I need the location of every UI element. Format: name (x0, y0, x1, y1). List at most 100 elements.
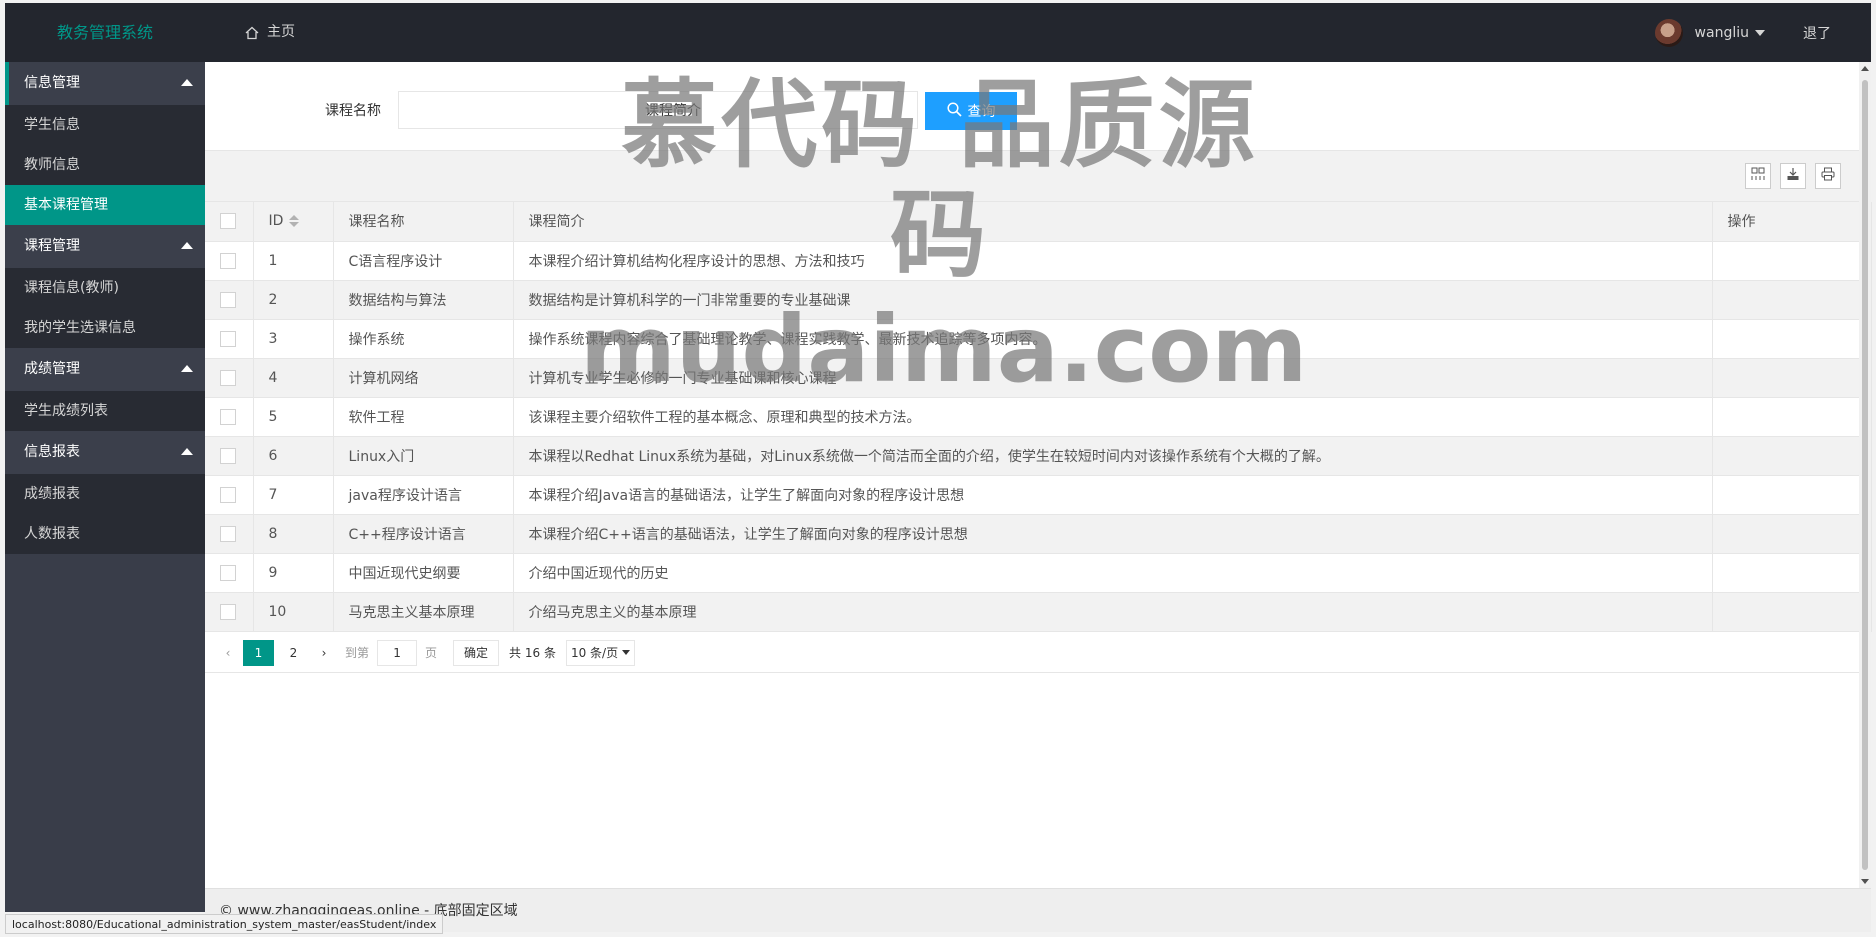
row-checkbox[interactable] (220, 603, 236, 620)
sidebar-item-students[interactable]: 学生信息 (5, 105, 205, 145)
sidebar-group-label: 成绩管理 (24, 361, 80, 377)
app-root: 教务管理系统 主页 wangliu 退了 信息管理 学生信息 教师信息 基本课程… (0, 0, 1876, 937)
cell-id: 3 (253, 319, 334, 359)
user-area: wangliu 退了 (1654, 3, 1871, 62)
cell-id: 7 (253, 475, 334, 515)
cell-name: C++程序设计语言 (333, 514, 514, 554)
sidebar-group-grades[interactable]: 成绩管理 (5, 348, 205, 391)
sidebar-group-reports[interactable]: 信息报表 (5, 431, 205, 474)
user-menu[interactable]: wangliu (1695, 25, 1765, 41)
select-all-cell (205, 202, 254, 242)
column-filter-button[interactable] (1745, 163, 1771, 189)
row-checkbox[interactable] (220, 291, 236, 308)
cell-intro: 介绍中国近现代的历史 (513, 553, 1713, 593)
sidebar-item-teachers[interactable]: 教师信息 (5, 145, 205, 185)
row-checkbox[interactable] (220, 525, 236, 542)
scroll-down-icon[interactable] (1861, 879, 1869, 884)
sidebar-item-basic-courses[interactable]: 基本课程管理 (5, 185, 205, 225)
page-size-value: 10 条/页 (570, 645, 619, 660)
column-header-label: ID (268, 213, 284, 230)
cell-intro: 该课程主要介绍软件工程的基本概念、原理和典型的技术方法。 (513, 397, 1713, 437)
row-checkbox[interactable] (220, 564, 236, 581)
cell-id: 9 (253, 553, 334, 593)
sidebar-submenu-grades: 学生成绩列表 (5, 391, 205, 431)
cell-actions (1712, 514, 1872, 554)
chevron-up-icon (181, 242, 193, 249)
table-row: 10 马克思主义基本原理 介绍马克思主义的基本原理 (205, 592, 1872, 632)
table-row: 4 计算机网络 计算机专业学生必修的一门专业基础课和核心课程 (205, 358, 1872, 398)
cell-actions (1712, 475, 1872, 515)
course-table: ID 课程名称 课程简介 操作 1 C语言程序设计 本课程介绍计算机结构化程序设… (205, 202, 1872, 632)
prev-page-icon[interactable]: ‹ (215, 646, 241, 660)
course-name-label: 课程名称 (325, 103, 381, 119)
page-size-select[interactable]: 10 条/页 (565, 639, 636, 666)
column-header-id[interactable]: ID (253, 202, 334, 242)
sidebar-group-courses[interactable]: 课程管理 (5, 225, 205, 268)
cell-id: 5 (253, 397, 334, 437)
sidebar-submenu-info: 学生信息 教师信息 基本课程管理 (5, 105, 205, 225)
row-checkbox[interactable] (220, 408, 236, 425)
print-button[interactable] (1815, 163, 1841, 189)
cell-actions (1712, 436, 1872, 476)
total-count: 共 16 条 (509, 646, 556, 660)
scroll-thumb[interactable] (1862, 80, 1868, 870)
sort-icon[interactable] (289, 215, 300, 228)
row-checkbox[interactable] (220, 252, 236, 269)
page-1[interactable]: 1 (243, 639, 274, 666)
column-header-intro: 课程简介 (513, 202, 1713, 242)
cell-name: 数据结构与算法 (333, 280, 514, 320)
cell-actions (1712, 553, 1872, 593)
row-checkbox[interactable] (220, 330, 236, 347)
cell-id: 6 (253, 436, 334, 476)
export-button[interactable] (1780, 163, 1806, 189)
page-footer: © www.zhangqingeas.online - 底部固定区域 (205, 888, 1871, 932)
app-logo[interactable]: 教务管理系统 (5, 3, 205, 62)
table-row: 5 软件工程 该课程主要介绍软件工程的基本概念、原理和典型的技术方法。 (205, 397, 1872, 437)
row-checkbox[interactable] (220, 486, 236, 503)
home-icon (245, 26, 259, 40)
row-checkbox[interactable] (220, 369, 236, 386)
sidebar-item-grade-list[interactable]: 学生成绩列表 (5, 391, 205, 431)
cell-id: 1 (253, 241, 334, 281)
scroll-up-icon[interactable] (1861, 66, 1869, 71)
avatar[interactable] (1654, 18, 1683, 47)
goto-label: 到第 (345, 646, 370, 660)
chevron-up-icon (181, 365, 193, 372)
cell-intro: 介绍马克思主义的基本原理 (513, 592, 1713, 632)
row-checkbox[interactable] (220, 447, 236, 464)
pagination: ‹ 1 2 › 到第 1 页 确定 共 16 条 10 条/页 (205, 633, 1871, 673)
search-button[interactable]: 查询 (925, 92, 1017, 130)
cell-name: 操作系统 (333, 319, 514, 359)
search-button-label: 查询 (967, 103, 996, 119)
vertical-scrollbar[interactable] (1859, 62, 1871, 888)
sidebar-submenu-reports: 成绩报表 人数报表 (5, 474, 205, 554)
table-row: 1 C语言程序设计 本课程介绍计算机结构化程序设计的思想、方法和技巧 (205, 241, 1872, 281)
page-2[interactable]: 2 (278, 640, 309, 666)
cell-intro: 本课程介绍计算机结构化程序设计的思想、方法和技巧 (513, 241, 1713, 281)
sidebar-item-my-student-selections[interactable]: 我的学生选课信息 (5, 308, 205, 348)
chevron-down-icon (622, 650, 631, 655)
select-all-checkbox[interactable] (220, 213, 236, 230)
next-page-icon[interactable]: › (311, 646, 337, 660)
logout-link[interactable]: 退了 (1803, 23, 1831, 43)
sidebar-submenu-courses: 课程信息(教师) 我的学生选课信息 (5, 268, 205, 348)
cell-name: 马克思主义基本原理 (333, 592, 514, 632)
home-nav-link[interactable]: 主页 (245, 3, 295, 62)
cell-name: 中国近现代史纲要 (333, 553, 514, 593)
home-label: 主页 (267, 24, 295, 40)
cell-actions (1712, 241, 1872, 281)
browser-status-url: localhost:8080/Educational_administratio… (5, 914, 444, 934)
cell-name: C语言程序设计 (333, 241, 514, 281)
sidebar-group-info[interactable]: 信息管理 (5, 62, 205, 105)
cell-intro: 本课程介绍C++语言的基础语法，让学生了解面向对象的程序设计思想 (513, 514, 1713, 554)
goto-confirm-button[interactable]: 确定 (453, 639, 500, 666)
sidebar-group-label: 信息报表 (24, 444, 80, 460)
sidebar-item-grade-report[interactable]: 成绩报表 (5, 474, 205, 514)
table-row: 8 C++程序设计语言 本课程介绍C++语言的基础语法，让学生了解面向对象的程序… (205, 514, 1872, 554)
cell-intro: 操作系统课程内容综合了基础理论教学、课程实践教学、最新技术追踪等多项内容。 (513, 319, 1713, 359)
cell-name: java程序设计语言 (333, 475, 514, 515)
goto-page-input[interactable]: 1 (377, 639, 418, 666)
sidebar-item-course-info-teacher[interactable]: 课程信息(教师) (5, 268, 205, 308)
cell-actions (1712, 358, 1872, 398)
sidebar-item-headcount-report[interactable]: 人数报表 (5, 514, 205, 554)
